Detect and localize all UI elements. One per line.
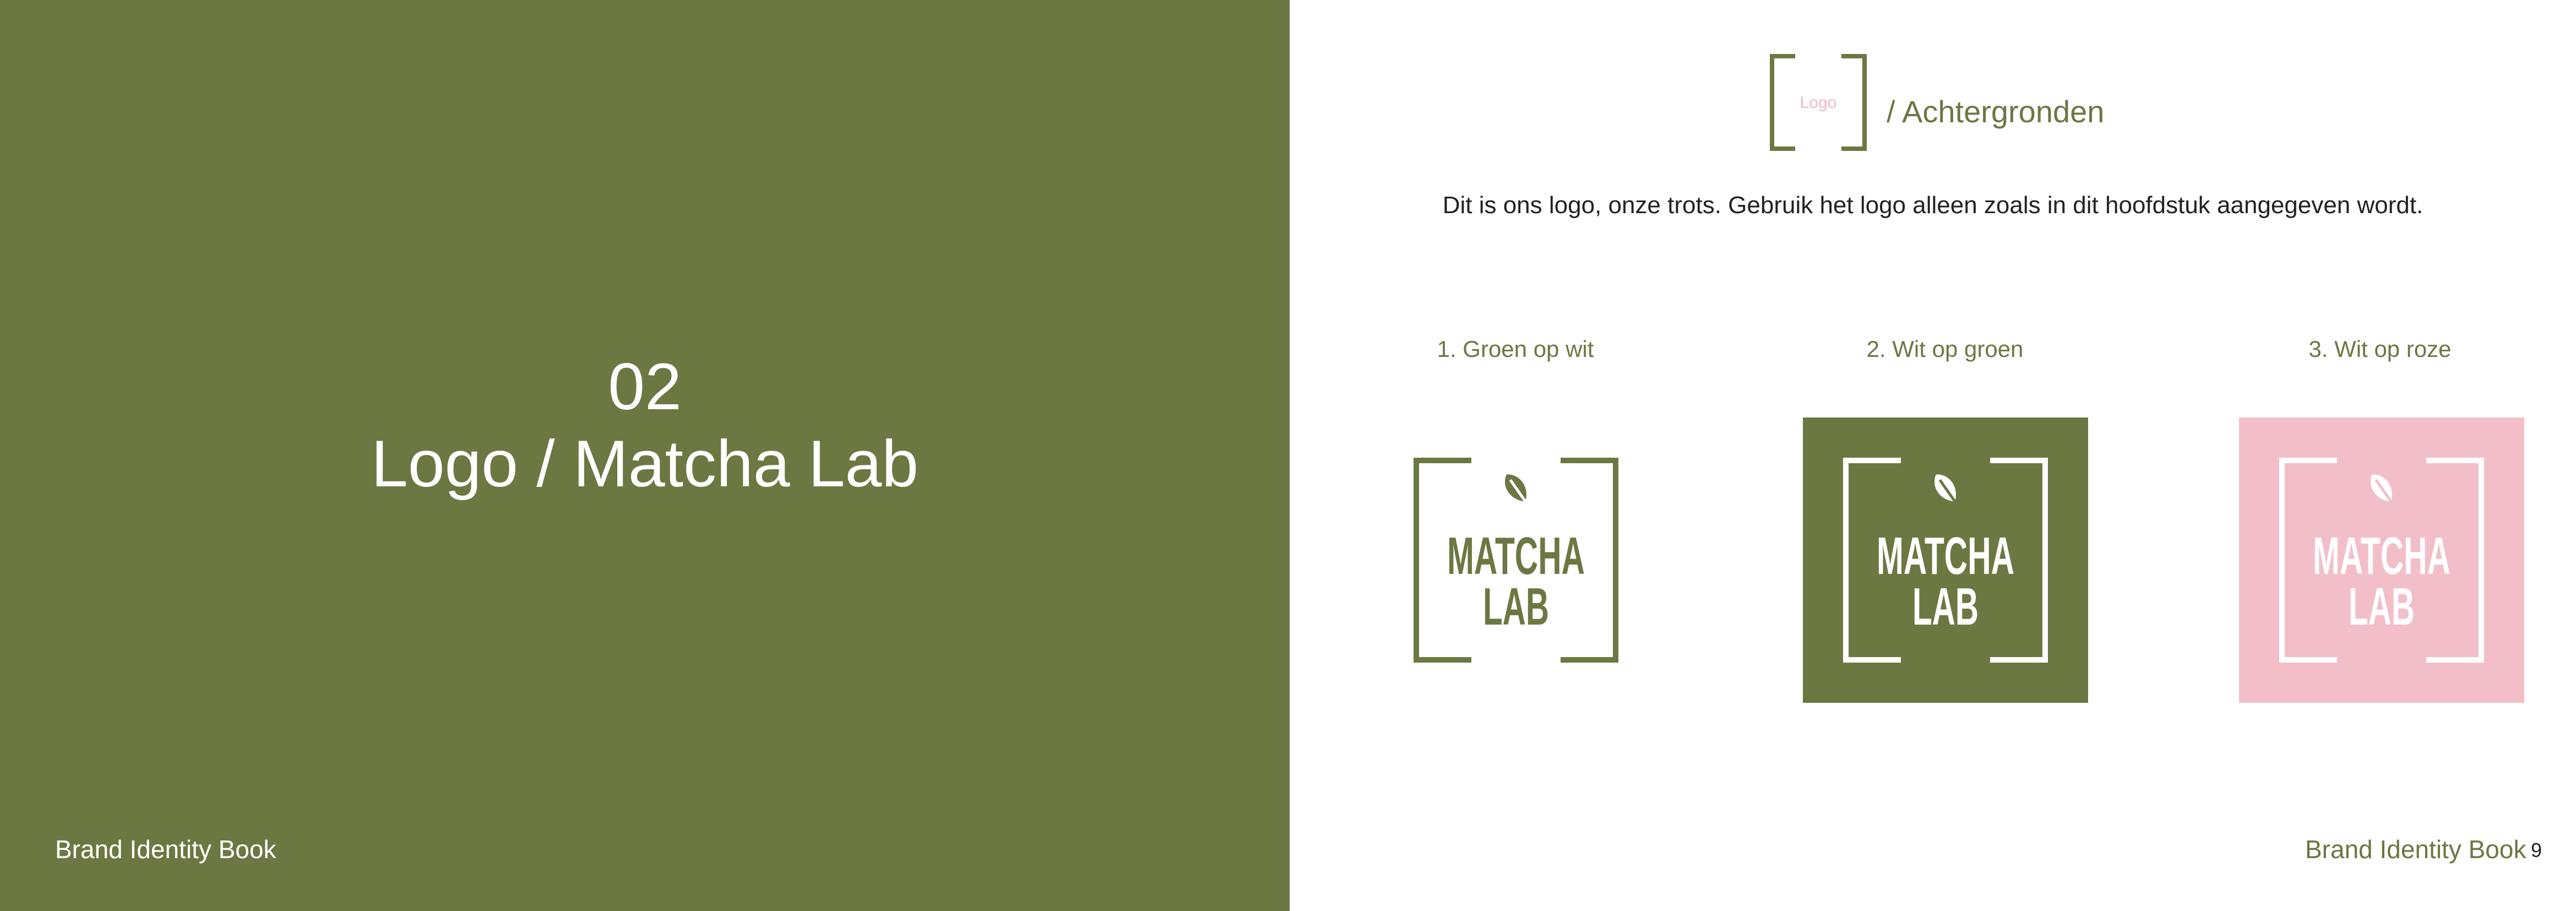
footer-left: Brand Identity Book [55, 835, 276, 864]
logo-wordmark-line2: LAB [2349, 577, 2415, 636]
matcha-lab-logo: MATCHALAB [1373, 417, 1659, 703]
logo-wordmark-line1: MATCHA [1447, 527, 1585, 585]
chapter-number: 02 [608, 350, 682, 424]
logo-wordmark-line2: LAB [1912, 577, 1979, 636]
intro-paragraph: Dit is ons logo, onze trots. Gebruik het… [1442, 192, 2423, 219]
variant-label-3: 3. Wit op roze [2308, 336, 2452, 362]
variant-label-1: 1. Groen op wit [1437, 336, 1594, 362]
header-logo-label: Logo [1800, 94, 1837, 112]
header-logo-bracket-box: Logo [1770, 54, 1867, 151]
logo-wordmark-line1: MATCHA [2313, 527, 2450, 585]
logo-wordmark-line2: LAB [1483, 577, 1549, 636]
logo-variant-green-on-white: MATCHA LAB [1373, 417, 1659, 703]
matcha-lab-logo: MATCHALAB [2239, 417, 2524, 703]
logo-variant-white-on-green: MATCHA LAB [1803, 417, 2088, 703]
variant-label-2: 2. Wit op groen [1866, 336, 2024, 362]
section-title: / Achtergronden [1887, 94, 2105, 129]
matcha-lab-logo: MATCHALAB [1803, 417, 2088, 703]
footer-right: Brand Identity Book [2305, 835, 2526, 864]
page-number: 9 [2531, 839, 2542, 861]
logo-wordmark-line1: MATCHA [1877, 527, 2014, 585]
logo-variant-white-on-pink: MATCHA LAB [2239, 417, 2524, 703]
chapter-title: Logo / Matcha Lab [371, 427, 919, 501]
chapter-cover-panel: 02 Logo / Matcha Lab Brand Identity Book [0, 0, 1290, 911]
